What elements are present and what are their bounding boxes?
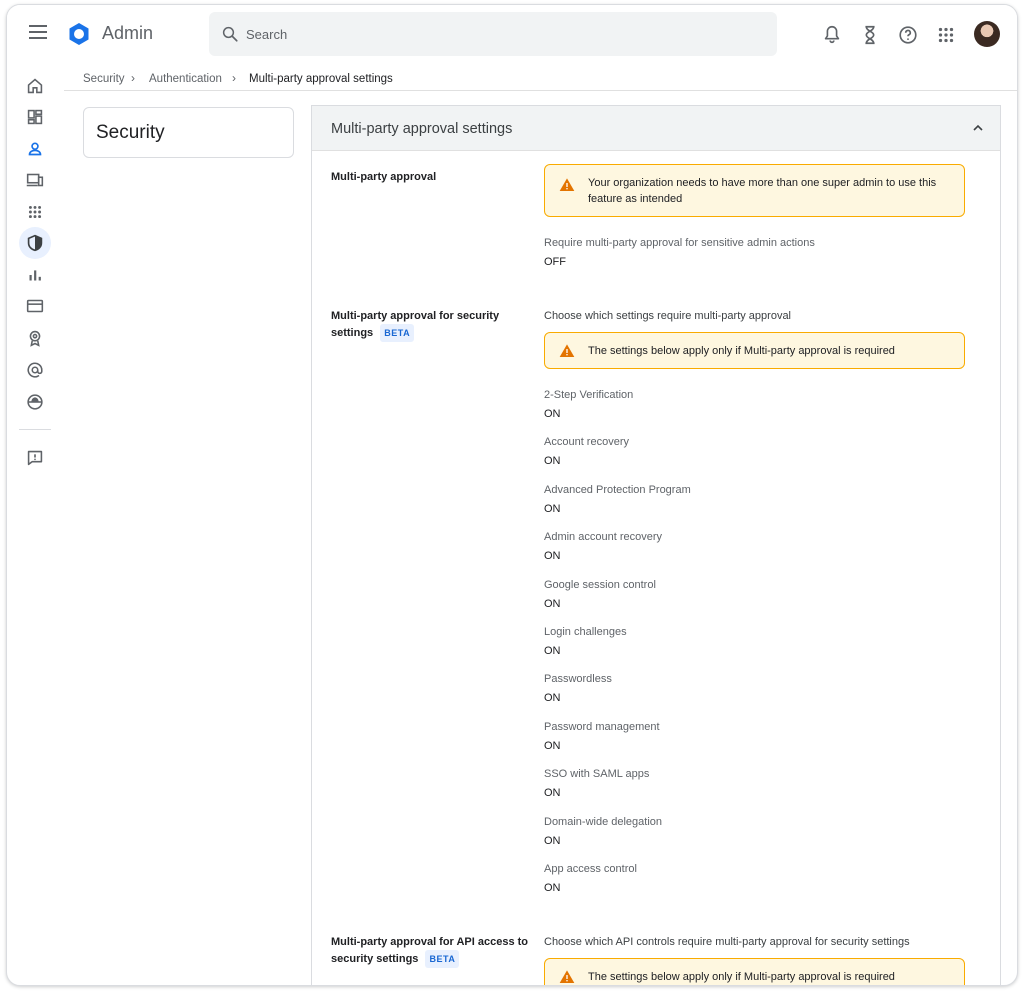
- devices-icon[interactable]: [24, 169, 46, 191]
- settings-panel: Multi-party approval settings Multi-part…: [311, 105, 1001, 985]
- setting-value: ON: [544, 408, 561, 420]
- rail-divider: [19, 429, 51, 430]
- setting-advanced-protection[interactable]: Advanced Protection Program: [544, 484, 691, 496]
- setting-value: ON: [544, 598, 561, 610]
- billing-icon[interactable]: [24, 295, 46, 317]
- setting-passwordless[interactable]: Passwordless: [544, 673, 612, 685]
- chevron-up-icon[interactable]: [970, 120, 986, 136]
- security-shield-icon[interactable]: [24, 232, 46, 254]
- apps-icon[interactable]: [24, 201, 46, 223]
- avatar[interactable]: [974, 21, 1000, 47]
- beta-badge: BETA: [425, 950, 460, 968]
- panel-header[interactable]: Multi-party approval settings: [312, 106, 1000, 151]
- section-label-security-settings: Multi-party approval for security settin…: [331, 308, 536, 342]
- menu-icon[interactable]: [29, 25, 47, 43]
- warning-text: Your organization needs to have more tha…: [588, 177, 937, 205]
- setting-google-session-control[interactable]: Google session control: [544, 579, 656, 591]
- breadcrumb-security[interactable]: Security: [83, 73, 125, 85]
- chevron-right-icon: ›: [131, 71, 135, 85]
- search-icon: [222, 26, 238, 42]
- top-app-bar: Admin: [7, 5, 1017, 65]
- warning-icon: [559, 178, 575, 191]
- section-description: Choose which settings require multi-part…: [544, 310, 792, 322]
- warning-text: The settings below apply only if Multi-p…: [588, 345, 895, 357]
- apps-grid-icon[interactable]: [935, 24, 957, 46]
- security-section-card: Security: [83, 107, 294, 158]
- beta-badge: BETA: [380, 324, 415, 342]
- panel-title: Multi-party approval settings: [331, 121, 513, 137]
- setting-value: ON: [544, 787, 561, 799]
- app-title: Admin: [102, 23, 154, 43]
- email-at-icon[interactable]: [24, 359, 46, 381]
- admin-logo-icon: [69, 23, 89, 45]
- section-label-api-access: Multi-party approval for API access to s…: [331, 934, 536, 968]
- setting-2-step-verification[interactable]: 2-Step Verification: [544, 389, 633, 401]
- users-icon[interactable]: [24, 138, 46, 160]
- warning-banner: Your organization needs to have more tha…: [544, 164, 965, 217]
- home-icon[interactable]: [24, 75, 46, 97]
- setting-account-recovery[interactable]: Account recovery: [544, 436, 629, 448]
- breadcrumb-authentication[interactable]: Authentication: [149, 73, 222, 85]
- section-label-multi-party-approval: Multi-party approval: [331, 171, 437, 183]
- setting-value: ON: [544, 835, 561, 847]
- section-label-text: Multi-party approval for security settin…: [331, 310, 500, 339]
- setting-login-challenges[interactable]: Login challenges: [544, 626, 627, 638]
- domain-globe-icon[interactable]: [24, 391, 46, 413]
- help-icon[interactable]: [897, 24, 919, 46]
- setting-value: ON: [544, 645, 561, 657]
- rules-icon[interactable]: [24, 327, 46, 349]
- breadcrumb-current-page: Multi-party approval settings: [249, 73, 393, 85]
- warning-text: The settings below apply only if Multi-p…: [588, 971, 895, 983]
- chevron-right-icon: ›: [232, 71, 236, 85]
- hourglass-icon[interactable]: [859, 24, 881, 46]
- setting-value: ON: [544, 503, 561, 515]
- setting-value: ON: [544, 882, 561, 894]
- setting-name[interactable]: Require multi-party approval for sensiti…: [544, 237, 815, 249]
- setting-domain-wide-delegation[interactable]: Domain-wide delegation: [544, 816, 662, 828]
- section-description: Choose which API controls require multi-…: [544, 936, 910, 948]
- warning-banner: The settings below apply only if Multi-p…: [544, 958, 965, 985]
- dashboard-icon[interactable]: [24, 106, 46, 128]
- setting-value: ON: [544, 692, 561, 704]
- warning-banner: The settings below apply only if Multi-p…: [544, 332, 965, 369]
- search-input[interactable]: [246, 24, 746, 44]
- notifications-icon[interactable]: [821, 24, 843, 46]
- search-bar[interactable]: [209, 12, 777, 56]
- setting-sso-saml-apps[interactable]: SSO with SAML apps: [544, 768, 649, 780]
- section-title: Security: [96, 122, 165, 143]
- setting-app-access-control[interactable]: App access control: [544, 863, 637, 875]
- setting-value: OFF: [544, 256, 566, 268]
- breadcrumb: Security › Authentication › Multi-party …: [64, 65, 1017, 91]
- warning-icon: [559, 970, 575, 983]
- setting-value: ON: [544, 455, 561, 467]
- feedback-icon[interactable]: [24, 447, 46, 469]
- reports-icon[interactable]: [24, 264, 46, 286]
- warning-icon: [559, 344, 575, 357]
- setting-value: ON: [544, 550, 561, 562]
- admin-console-window: Admin Search Security › Authentication ›…: [6, 4, 1018, 986]
- setting-admin-account-recovery[interactable]: Admin account recovery: [544, 531, 662, 543]
- setting-password-management[interactable]: Password management: [544, 721, 660, 733]
- setting-value: ON: [544, 740, 561, 752]
